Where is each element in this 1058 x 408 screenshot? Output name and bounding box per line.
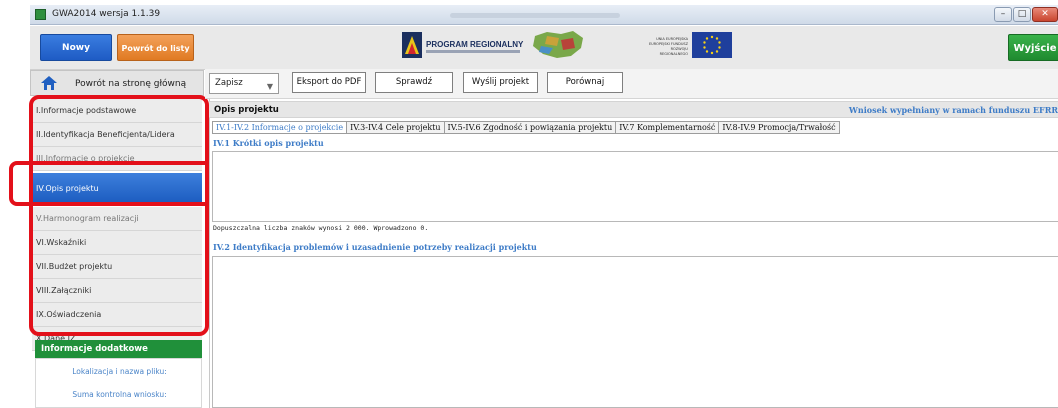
maximize-button[interactable]: □ [1013, 7, 1031, 22]
tab-project-info[interactable]: IV.1-IV.2 Informacje o projekcie [212, 121, 347, 134]
new-button[interactable]: Nowy [40, 34, 112, 61]
exit-button[interactable]: Wyjście [1008, 34, 1058, 61]
section-title: Opis projektu [214, 105, 279, 115]
fund-note: Wniosek wypełniany w ramach funduszu EFR… [848, 105, 1058, 115]
app-icon [35, 9, 46, 20]
send-project-button[interactable]: Wyślij projekt [463, 72, 538, 93]
main-toolbar: Zapisz ▼ Eksport do PDF Sprawdź Wyślij p… [205, 69, 1058, 99]
chevron-down-icon: ▼ [266, 82, 273, 91]
window-title-bar: GWA2014 wersja 1.1.39 – □ ✕ [30, 5, 1058, 25]
header-bar: Nowy Powrót do listy PROGRAM REGIONALNY … [30, 26, 1058, 70]
eu-fund-text: UNIA EUROPEJSKA EUROPEJSKI FUNDUSZ ROZWO… [648, 37, 688, 56]
problem-identification-heading: IV.2 Identyfikacja problemów i uzasadnie… [213, 242, 537, 252]
problem-identification-textarea[interactable] [212, 256, 1058, 408]
section-tabs: IV.1-IV.2 Informacje o projekcie IV.3-IV… [212, 121, 840, 134]
back-to-list-button[interactable]: Powrót do listy [117, 34, 194, 61]
close-button[interactable]: ✕ [1032, 7, 1058, 22]
checksum-label: Suma kontrolna wniosku: [72, 390, 167, 399]
section-header: Opis projektu Wniosek wypełniany w ramac… [209, 101, 1058, 118]
home-icon [41, 76, 57, 90]
tab-promotion[interactable]: IV.8-IV.9 Promocja/Trwałość [718, 121, 840, 134]
regional-program-label: PROGRAM REGIONALNY [426, 40, 524, 49]
region-map-logo [533, 31, 583, 58]
additional-info-header: Informacje dodatkowe [35, 340, 202, 358]
regional-program-logo [402, 32, 422, 58]
save-select[interactable]: Zapisz ▼ [209, 73, 279, 94]
window-title: GWA2014 wersja 1.1.39 [52, 9, 161, 19]
eu-flag-icon [692, 32, 732, 58]
active-item-highlight-frame [9, 161, 221, 206]
additional-info-panel: Lokalizacja i nazwa pliku: Suma kontroln… [35, 358, 202, 408]
tab-complementarity[interactable]: IV.7 Komplementarność [615, 121, 719, 134]
minimize-button[interactable]: – [994, 7, 1012, 22]
check-button[interactable]: Sprawdź [375, 72, 453, 93]
short-description-heading: IV.1 Krótki opis projektu [213, 138, 324, 148]
sidebar-highlight-frame [29, 95, 209, 336]
tab-project-goals[interactable]: IV.3-IV.4 Cele projektu [346, 121, 444, 134]
save-select-value: Zapisz [215, 78, 243, 88]
compare-button[interactable]: Porównaj [547, 72, 623, 93]
export-pdf-button[interactable]: Eksport do PDF [292, 72, 366, 93]
short-description-textarea[interactable] [212, 151, 1058, 222]
home-label: Powrót na stronę główną [75, 79, 187, 89]
tab-compliance[interactable]: IV.5-IV.6 Zgodność i powiązania projektu [443, 121, 616, 134]
file-location-label: Lokalizacja i nazwa pliku: [72, 367, 167, 376]
logo-subtitle-line [426, 50, 520, 53]
char-count-info: Dopuszczalna liczba znaków wynosi 2 000.… [213, 224, 429, 232]
home-button[interactable]: Powrót na stronę główną [30, 70, 204, 96]
blurred-window-caption [450, 13, 620, 18]
